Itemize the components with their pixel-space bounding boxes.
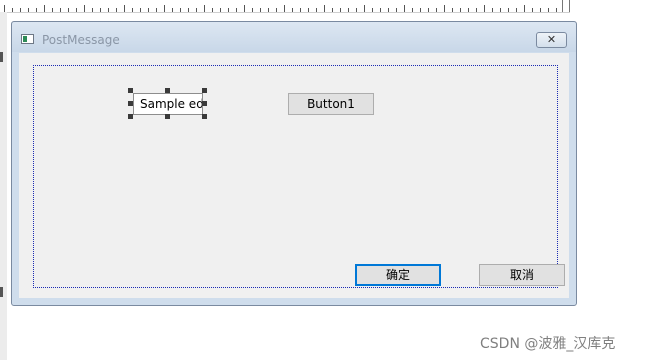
ruler-tick bbox=[308, 8, 309, 12]
ruler-tick bbox=[268, 8, 269, 12]
ruler-tick bbox=[356, 8, 357, 12]
ruler-tick bbox=[500, 8, 501, 12]
ruler-tick bbox=[212, 8, 213, 12]
resize-handle[interactable] bbox=[165, 114, 170, 119]
ruler-tick bbox=[556, 8, 557, 12]
side-marker bbox=[0, 52, 3, 62]
ruler-tick bbox=[484, 5, 485, 12]
ruler-tick bbox=[76, 8, 77, 12]
ruler-tick bbox=[276, 8, 277, 12]
ruler-tick bbox=[524, 5, 525, 12]
ruler-tick bbox=[20, 8, 21, 12]
ruler-tick bbox=[476, 8, 477, 12]
sample-edit-field[interactable]: Sample edit bbox=[133, 93, 203, 115]
close-icon: ✕ bbox=[546, 33, 557, 46]
resize-handle[interactable] bbox=[128, 114, 133, 119]
resize-handle[interactable] bbox=[128, 101, 133, 106]
ruler-tick bbox=[164, 5, 165, 12]
ruler-tick bbox=[420, 8, 421, 12]
title-bar[interactable]: PostMessage ✕ bbox=[12, 22, 576, 52]
ruler-tick bbox=[68, 8, 69, 12]
ruler-tick bbox=[12, 8, 13, 12]
ruler-tick bbox=[236, 8, 237, 12]
button1[interactable]: Button1 bbox=[288, 93, 374, 115]
ruler-tick bbox=[180, 8, 181, 12]
ruler-tick bbox=[324, 5, 325, 12]
ruler-tick bbox=[492, 8, 493, 12]
ruler-tick bbox=[172, 8, 173, 12]
ruler-tick bbox=[468, 8, 469, 12]
ruler-tick bbox=[332, 8, 333, 12]
ruler-tick bbox=[444, 5, 445, 12]
ruler-tick bbox=[84, 5, 85, 12]
resize-handle[interactable] bbox=[128, 88, 133, 93]
resize-handle[interactable] bbox=[165, 88, 170, 93]
ruler-tick bbox=[508, 8, 509, 12]
ruler-tick bbox=[4, 5, 5, 12]
ruler-tick bbox=[548, 8, 549, 12]
cancel-button[interactable]: 取消 bbox=[479, 264, 565, 286]
ruler-tick bbox=[116, 8, 117, 12]
ruler-tick bbox=[340, 8, 341, 12]
ruler-tick bbox=[436, 8, 437, 12]
ruler-tick bbox=[460, 8, 461, 12]
resize-handle[interactable] bbox=[202, 88, 207, 93]
ruler-tick bbox=[300, 8, 301, 12]
side-marker bbox=[0, 287, 3, 297]
ruler-tick bbox=[380, 8, 381, 12]
ruler-tick bbox=[132, 8, 133, 12]
app-window-icon bbox=[21, 34, 34, 44]
ruler-tick bbox=[292, 8, 293, 12]
ruler-tick bbox=[428, 8, 429, 12]
ruler-tick bbox=[364, 5, 365, 12]
ruler-tick bbox=[188, 8, 189, 12]
ruler-tick bbox=[348, 8, 349, 12]
ruler-tick bbox=[532, 8, 533, 12]
ruler-tick bbox=[36, 8, 37, 12]
ruler-tick bbox=[388, 8, 389, 12]
ruler-tick bbox=[204, 5, 205, 12]
ruler-tick bbox=[228, 8, 229, 12]
ruler-tick bbox=[124, 5, 125, 12]
window-title: PostMessage bbox=[42, 33, 120, 47]
ruler-tick bbox=[316, 8, 317, 12]
ruler-tick bbox=[60, 8, 61, 12]
close-button[interactable]: ✕ bbox=[536, 32, 567, 48]
ruler-tick bbox=[252, 8, 253, 12]
ruler-tick bbox=[260, 8, 261, 12]
ruler-tick bbox=[412, 8, 413, 12]
ruler-tick bbox=[92, 8, 93, 12]
ruler-tick bbox=[44, 5, 45, 12]
ruler-tick bbox=[284, 5, 285, 12]
left-side-strip bbox=[0, 12, 7, 360]
resize-handle[interactable] bbox=[202, 101, 207, 106]
ruler-tick bbox=[28, 8, 29, 12]
ruler-tick bbox=[404, 5, 405, 12]
ruler-end-marker bbox=[562, 0, 570, 12]
ruler-tick bbox=[540, 8, 541, 12]
ruler-tick bbox=[148, 8, 149, 12]
ruler-tick bbox=[396, 8, 397, 12]
ruler-tick bbox=[140, 8, 141, 12]
dialog-window: PostMessage ✕ Sample edit Button1 确定 取消 bbox=[11, 21, 577, 306]
ruler-tick bbox=[156, 8, 157, 12]
dialog-client-area: Sample edit Button1 确定 取消 bbox=[19, 53, 569, 298]
csdn-watermark: CSDN @波雅_汉库克 bbox=[480, 336, 616, 352]
ruler-tick bbox=[52, 8, 53, 12]
ruler-tick bbox=[108, 8, 109, 12]
ruler-tick bbox=[372, 8, 373, 12]
ruler-tick bbox=[244, 5, 245, 12]
ruler-tick bbox=[220, 8, 221, 12]
ruler-tick bbox=[452, 8, 453, 12]
ruler-tick bbox=[516, 8, 517, 12]
ok-button[interactable]: 确定 bbox=[355, 264, 441, 286]
top-ruler bbox=[0, 0, 570, 13]
ruler-tick bbox=[196, 8, 197, 12]
ruler-tick bbox=[100, 8, 101, 12]
resize-handle[interactable] bbox=[202, 114, 207, 119]
